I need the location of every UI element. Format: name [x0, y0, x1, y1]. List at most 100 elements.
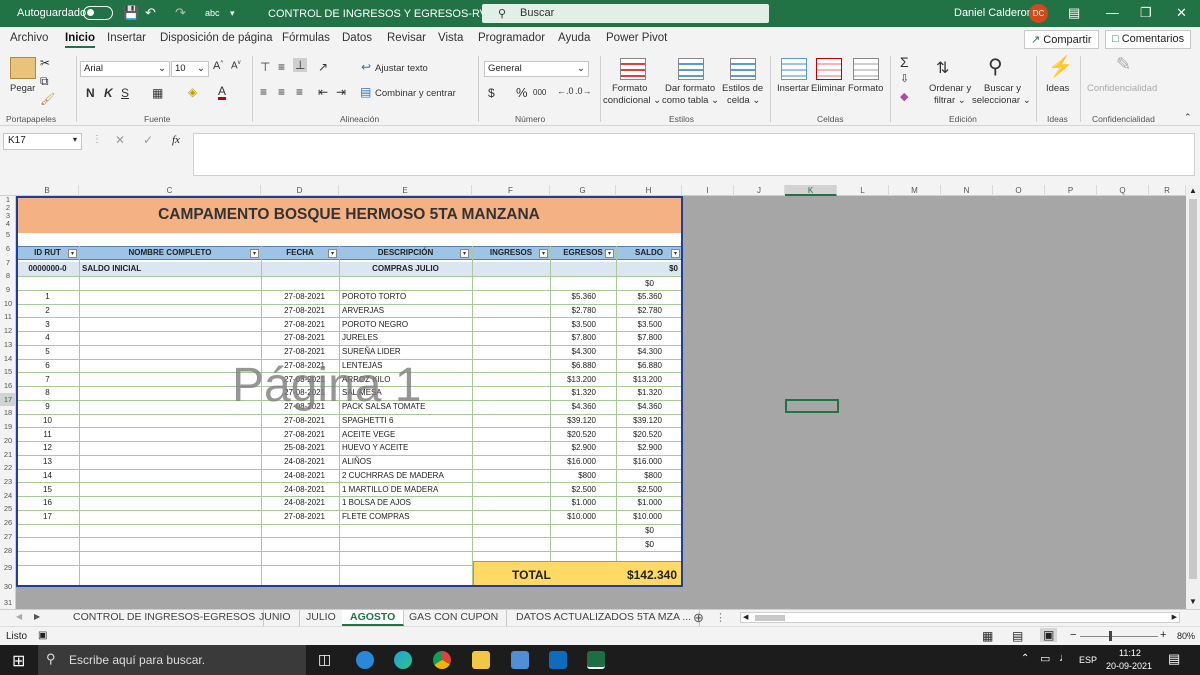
tab-formulas[interactable]: Fórmulas — [282, 32, 330, 44]
horizontal-scrollbar[interactable]: ◀ ▶ — [740, 612, 1180, 623]
confidentiality-button[interactable]: Confidencialidad — [1087, 83, 1157, 94]
filter-dropdown-icon[interactable]: ▾ — [250, 249, 259, 258]
sheet-tab[interactable]: CONTROL DE INGRESOS-EGRESOS — [65, 610, 265, 626]
currency-button[interactable]: $ — [488, 86, 495, 100]
formula-input[interactable] — [193, 133, 1195, 176]
save-icon[interactable]: 💾 — [123, 5, 139, 21]
row-header[interactable]: 19 — [0, 420, 16, 434]
edge-icon[interactable] — [394, 651, 412, 669]
format-painter-icon[interactable]: 🖌 — [40, 92, 55, 106]
sort-filter-label-1[interactable]: Ordenar y — [929, 83, 971, 94]
row-header[interactable]: 11 — [0, 310, 16, 324]
insert-function-button[interactable]: fx — [172, 134, 180, 146]
row-header[interactable]: 14 — [0, 352, 16, 365]
scroll-left-icon[interactable]: ◀ — [743, 613, 748, 621]
column-header[interactable]: E — [339, 185, 472, 196]
column-header[interactable]: G — [550, 185, 616, 196]
orientation-icon[interactable]: ↗ — [318, 60, 328, 74]
paste-icon[interactable] — [10, 57, 36, 79]
zoom-slider[interactable] — [1080, 636, 1158, 637]
percent-button[interactable]: % — [516, 85, 528, 100]
increase-indent-icon[interactable]: ⇥ — [336, 85, 346, 99]
filter-dropdown-icon[interactable]: ▾ — [605, 249, 614, 258]
column-header[interactable]: F — [472, 185, 550, 196]
row-header[interactable]: 17 — [0, 393, 16, 406]
column-header[interactable]: Q — [1097, 185, 1149, 196]
undo-icon[interactable]: ↶ — [145, 5, 156, 21]
ideas-button[interactable]: Ideas — [1046, 83, 1069, 94]
paste-button[interactable]: Pegar — [10, 83, 35, 94]
app-icon[interactable] — [356, 651, 374, 669]
find-select-button[interactable]: seleccionar ⌄ — [972, 95, 1031, 106]
row-header[interactable]: 29 — [0, 558, 16, 578]
column-header[interactable]: P — [1045, 185, 1097, 196]
file-explorer-icon[interactable] — [472, 651, 490, 669]
fill-color-icon[interactable]: ◈ — [188, 85, 197, 99]
number-format-combo[interactable]: General ⌄ — [484, 61, 589, 77]
conditional-format-label-1[interactable]: Formato — [612, 83, 647, 94]
document-title[interactable]: CONTROL DE INGRESOS Y EGRESOS-RV01 ▾ — [268, 7, 508, 20]
column-header[interactable]: M — [889, 185, 941, 196]
sheet-tab[interactable]: DATOS ACTUALIZADOS 5TA MZA ... — [508, 610, 701, 626]
row-header[interactable]: 31 — [0, 596, 16, 609]
collapse-ribbon-icon[interactable]: ⌃ — [1184, 112, 1192, 123]
volume-icon[interactable]: ♩ — [1059, 652, 1070, 664]
column-header[interactable]: R — [1149, 185, 1186, 196]
underline-button[interactable]: S — [121, 86, 129, 100]
macro-record-icon[interactable]: ▣ — [38, 630, 47, 641]
merge-center-button[interactable]: Combinar y centrar — [375, 88, 456, 99]
sheet-tab[interactable]: GAS CON CUPON — [401, 610, 508, 626]
sheet-tab[interactable]: JUNIO — [251, 610, 300, 626]
column-header[interactable]: D — [261, 185, 339, 196]
column-header[interactable]: L — [837, 185, 889, 196]
outlook-icon[interactable] — [549, 651, 567, 669]
fill-icon[interactable]: ⇩ — [900, 72, 909, 85]
tab-ayuda[interactable]: Ayuda — [558, 32, 590, 44]
vertical-scrollbar[interactable]: ▲ ▼ — [1186, 185, 1200, 609]
chrome-icon[interactable] — [433, 651, 451, 669]
add-sheet-icon[interactable]: ⊕ — [693, 610, 704, 626]
row-header[interactable]: 24 — [0, 489, 16, 502]
row-header[interactable]: 21 — [0, 448, 16, 461]
autosave-toggle[interactable] — [83, 6, 113, 20]
scroll-thumb[interactable] — [755, 615, 785, 621]
row-header[interactable]: 15 — [0, 365, 16, 379]
column-header[interactable]: I — [682, 185, 734, 196]
cell-styles-label-1[interactable]: Estilos de — [722, 83, 763, 94]
tab-programador[interactable]: Programador — [478, 32, 545, 44]
battery-icon[interactable]: ▭ — [1040, 652, 1050, 665]
row-header[interactable]: 25 — [0, 502, 16, 516]
row-header[interactable]: 27 — [0, 530, 16, 544]
row-header[interactable]: 13 — [0, 338, 16, 352]
italic-button[interactable]: K — [104, 86, 113, 100]
row-header[interactable]: 22 — [0, 461, 16, 475]
selected-cell[interactable] — [785, 399, 839, 413]
scroll-up-icon[interactable]: ▲ — [1189, 186, 1197, 195]
thousands-button[interactable]: 000 — [533, 88, 546, 97]
spelling-icon[interactable]: abc — [205, 8, 220, 18]
row-header[interactable]: 4 — [0, 220, 16, 228]
align-center-icon[interactable]: ≡ — [278, 85, 285, 99]
vscode-like-icon[interactable] — [511, 651, 529, 669]
total-row[interactable]: TOTAL $142.340 — [473, 561, 682, 586]
increase-decimal-icon[interactable]: ←.0 — [557, 86, 574, 96]
format-cells-button[interactable]: Formato — [848, 83, 883, 94]
sheet-tab[interactable]: JULIO — [298, 610, 345, 626]
search-box[interactable]: ⚲ Buscar — [482, 4, 769, 23]
row-header[interactable]: 20 — [0, 434, 16, 448]
row-header[interactable]: 30 — [0, 578, 16, 596]
next-sheet-icon[interactable]: ▶ — [34, 612, 40, 621]
wrap-text-button[interactable]: Ajustar texto — [375, 63, 428, 74]
format-table-label-1[interactable]: Dar formato — [665, 83, 715, 94]
tab-disposicion[interactable]: Disposición de página — [160, 32, 273, 44]
row-header[interactable]: 28 — [0, 544, 16, 558]
font-name-combo[interactable]: Arial ⌄ — [80, 61, 170, 77]
conditional-format-button[interactable]: condicional ⌄ — [603, 95, 661, 106]
zoom-slider-thumb[interactable] — [1109, 631, 1112, 641]
row-header[interactable]: 5 — [0, 228, 16, 242]
restore-icon[interactable]: ❐ — [1140, 5, 1152, 21]
decrease-indent-icon[interactable]: ⇤ — [318, 85, 328, 99]
delete-cells-button[interactable]: Eliminar — [811, 83, 845, 94]
filter-dropdown-icon[interactable]: ▾ — [328, 249, 337, 258]
zoom-in-icon[interactable]: + — [1160, 629, 1166, 641]
